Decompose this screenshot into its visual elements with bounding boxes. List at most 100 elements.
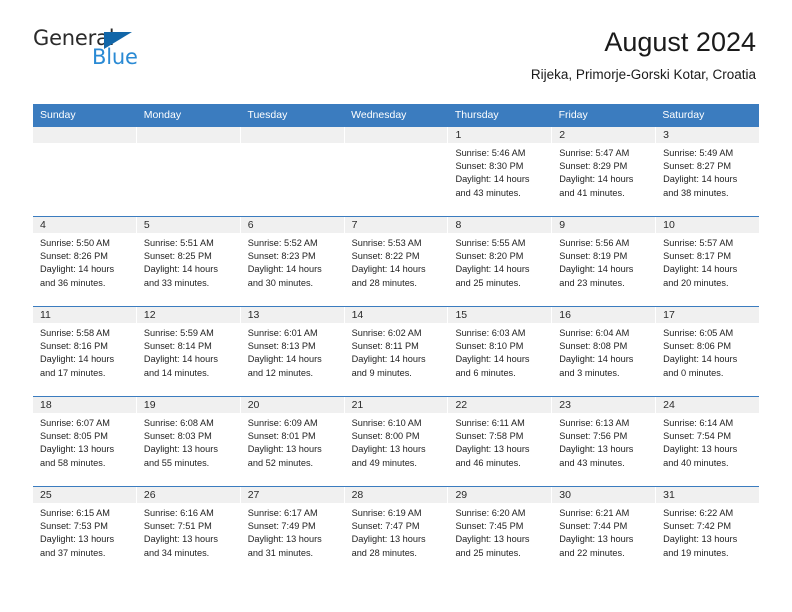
sunrise-text: Sunrise: 6:15 AM — [40, 508, 110, 518]
daylight-text-line2: and 49 minutes. — [351, 457, 417, 468]
daylight-text-line2: and 40 minutes. — [663, 457, 729, 468]
daylight-text-line1: Daylight: 14 hours — [40, 354, 115, 365]
day-cell[interactable]: 26 Sunrise: 6:16 AM Sunset: 7:51 PM Dayligh… — [136, 487, 241, 576]
daylight-text-line2: and 22 minutes. — [559, 547, 625, 558]
weekday-header-monday: Monday — [143, 109, 182, 121]
date-number: 23 — [552, 397, 656, 413]
day-cell[interactable]: 28 Sunrise: 6:19 AM Sunset: 7:47 PM Dayligh… — [344, 487, 449, 576]
daylight-text-line1: Daylight: 13 hours — [559, 534, 634, 545]
daylight-text-line2: and 6 minutes. — [455, 367, 516, 378]
day-cell[interactable]: 1 Sunrise: 5:46 AM Sunset: 8:30 PM Daylight… — [448, 127, 553, 216]
daylight-text-line2: and 43 minutes. — [455, 187, 521, 198]
day-cell[interactable]: 8 Sunrise: 5:55 AM Sunset: 8:20 PM Daylight… — [448, 217, 553, 306]
sunrise-text: Sunrise: 6:20 AM — [455, 508, 526, 518]
daylight-text-line2: and 23 minutes. — [559, 277, 625, 288]
date-number: 2 — [552, 127, 656, 143]
sunrise-text: Sunrise: 5:59 AM — [143, 328, 214, 338]
day-cell[interactable]: 31 Sunrise: 6:22 AM Sunset: 7:42 PM Dayligh… — [656, 487, 760, 576]
sunrise-text: Sunrise: 6:04 AM — [559, 328, 630, 338]
sunrise-text: Sunrise: 5:55 AM — [455, 238, 526, 248]
day-cell[interactable]: 13 Sunrise: 6:01 AM Sunset: 8:13 PM Dayligh… — [240, 307, 345, 396]
sunrise-text: Sunrise: 6:22 AM — [663, 508, 734, 518]
general-blue-logo[interactable]: General Blue — [33, 28, 148, 76]
daylight-text-line1: Daylight: 13 hours — [351, 444, 426, 455]
daylight-text-line2: and 34 minutes. — [143, 547, 210, 558]
day-cell[interactable]: 17 Sunrise: 6:05 AM Sunset: 8:06 PM Dayligh… — [656, 307, 760, 396]
date-number — [240, 127, 344, 143]
day-cell[interactable]: 15 Sunrise: 6:03 AM Sunset: 8:10 PM Dayligh… — [448, 307, 553, 396]
date-number: 11 — [33, 307, 136, 323]
day-cell[interactable]: 6 Sunrise: 5:52 AM Sunset: 8:23 PM Daylight… — [240, 217, 345, 306]
sunrise-text: Sunrise: 6:13 AM — [559, 418, 630, 428]
day-details: Sunrise: 6:13 AM Sunset: 7:56 PM Daylight:… — [552, 413, 655, 470]
day-details: Sunrise: 5:52 AM Sunset: 8:23 PM Daylight:… — [241, 233, 344, 290]
day-cell[interactable]: 20 Sunrise: 6:09 AM Sunset: 8:01 PM Dayligh… — [240, 397, 345, 486]
day-details: Sunrise: 6:20 AM Sunset: 7:45 PM Daylight:… — [448, 503, 551, 560]
day-cell[interactable]: 4 Sunrise: 5:50 AM Sunset: 8:26 PM Daylight… — [33, 217, 137, 306]
weekday-header-wednesday: Wednesday — [351, 109, 407, 121]
sunset-text: Sunset: 7:51 PM — [143, 521, 212, 532]
weekday-header-sunday: Sunday — [40, 109, 76, 121]
day-cell[interactable]: 27 Sunrise: 6:17 AM Sunset: 7:49 PM Dayligh… — [240, 487, 345, 576]
daylight-text-line1: Daylight: 14 hours — [455, 174, 530, 185]
day-details: Sunrise: 6:16 AM Sunset: 7:51 PM Daylight:… — [137, 503, 240, 560]
daylight-text-line1: Daylight: 14 hours — [40, 264, 115, 275]
daylight-text-line1: Daylight: 14 hours — [663, 264, 738, 275]
day-cell[interactable]: 21 Sunrise: 6:10 AM Sunset: 8:00 PM Dayligh… — [344, 397, 449, 486]
day-cell[interactable]: 9 Sunrise: 5:56 AM Sunset: 8:19 PM Daylight… — [552, 217, 657, 306]
day-details: Sunrise: 6:15 AM Sunset: 7:53 PM Daylight:… — [33, 503, 136, 560]
day-cell[interactable]: 23 Sunrise: 6:13 AM Sunset: 7:56 PM Dayligh… — [552, 397, 657, 486]
date-number: 19 — [136, 397, 240, 413]
daylight-text-line2: and 43 minutes. — [559, 457, 625, 468]
day-cell[interactable]: 10 Sunrise: 5:57 AM Sunset: 8:17 PM Dayligh… — [656, 217, 760, 306]
day-cell[interactable]: 7 Sunrise: 5:53 AM Sunset: 8:22 PM Daylight… — [344, 217, 449, 306]
page-header: General Blue August 2024 Rijeka, Primorj… — [0, 0, 792, 81]
day-details: Sunrise: 5:53 AM Sunset: 8:22 PM Daylight:… — [345, 233, 448, 290]
day-cell[interactable]: 11 Sunrise: 5:58 AM Sunset: 8:16 PM Dayligh… — [33, 307, 137, 396]
day-details: Sunrise: 5:51 AM Sunset: 8:25 PM Daylight:… — [137, 233, 240, 290]
sunset-text: Sunset: 8:05 PM — [40, 431, 108, 442]
sunset-text: Sunset: 7:44 PM — [559, 521, 628, 532]
date-number: 25 — [33, 487, 136, 503]
day-details: Sunrise: 5:55 AM Sunset: 8:20 PM Daylight:… — [448, 233, 551, 290]
sunrise-text: Sunrise: 5:56 AM — [559, 238, 630, 248]
date-number: 20 — [240, 397, 344, 413]
day-cell[interactable]: 5 Sunrise: 5:51 AM Sunset: 8:25 PM Daylight… — [136, 217, 241, 306]
sunset-text: Sunset: 8:01 PM — [247, 431, 316, 442]
day-cell[interactable]: 2 Sunrise: 5:47 AM Sunset: 8:29 PM Daylight… — [552, 127, 657, 216]
sunrise-text: Sunrise: 5:47 AM — [559, 148, 630, 158]
day-details: Sunrise: 6:01 AM Sunset: 8:13 PM Daylight:… — [241, 323, 344, 380]
daylight-text-line1: Daylight: 14 hours — [143, 264, 218, 275]
day-details: Sunrise: 5:58 AM Sunset: 8:16 PM Daylight:… — [33, 323, 136, 380]
day-cell[interactable]: 19 Sunrise: 6:08 AM Sunset: 8:03 PM Dayligh… — [136, 397, 241, 486]
day-cell[interactable]: 12 Sunrise: 5:59 AM Sunset: 8:14 PM Dayligh… — [136, 307, 241, 396]
day-cell[interactable]: 24 Sunrise: 6:14 AM Sunset: 7:54 PM Dayligh… — [656, 397, 760, 486]
daylight-text-line1: Daylight: 14 hours — [247, 264, 322, 275]
sunrise-text: Sunrise: 6:21 AM — [559, 508, 630, 518]
day-cell[interactable]: 14 Sunrise: 6:02 AM Sunset: 8:11 PM Dayligh… — [344, 307, 449, 396]
day-details: Sunrise: 6:11 AM Sunset: 7:58 PM Daylight:… — [448, 413, 551, 470]
day-cell[interactable]: 3 Sunrise: 5:49 AM Sunset: 8:27 PM Daylight… — [656, 127, 760, 216]
day-cell[interactable]: 30 Sunrise: 6:21 AM Sunset: 7:44 PM Dayligh… — [552, 487, 657, 576]
sunset-text: Sunset: 8:29 PM — [559, 161, 628, 172]
daylight-text-line1: Daylight: 14 hours — [663, 354, 738, 365]
calendar-weeks: 1 Sunrise: 5:46 AM Sunset: 8:30 PM Daylight… — [33, 127, 760, 576]
day-cell[interactable]: 16 Sunrise: 6:04 AM Sunset: 8:08 PM Dayligh… — [552, 307, 657, 396]
calendar-grid: Sunday Monday Tuesday Wednesday Thursday Frid… — [33, 104, 760, 576]
day-details: Sunrise: 6:19 AM Sunset: 7:47 PM Daylight:… — [345, 503, 448, 560]
daylight-text-line2: and 20 minutes. — [663, 277, 729, 288]
week-row: 4 Sunrise: 5:50 AM Sunset: 8:26 PM Daylight… — [33, 216, 760, 306]
day-details: Sunrise: 5:49 AM Sunset: 8:27 PM Daylight:… — [656, 143, 759, 200]
day-cell[interactable]: 18 Sunrise: 6:07 AM Sunset: 8:05 PM Dayligh… — [33, 397, 137, 486]
day-cell[interactable]: 22 Sunrise: 6:11 AM Sunset: 7:58 PM Dayligh… — [448, 397, 553, 486]
sunset-text: Sunset: 8:03 PM — [143, 431, 212, 442]
weekday-header-thursday: Thursday — [454, 109, 499, 121]
sunrise-text: Sunrise: 6:05 AM — [663, 328, 734, 338]
day-cell[interactable]: 29 Sunrise: 6:20 AM Sunset: 7:45 PM Dayligh… — [448, 487, 553, 576]
weekday-header-tuesday: Tuesday — [247, 109, 288, 121]
date-number: 27 — [240, 487, 344, 503]
sunrise-text: Sunrise: 5:50 AM — [40, 238, 110, 248]
day-cell[interactable]: 25 Sunrise: 6:15 AM Sunset: 7:53 PM Dayligh… — [33, 487, 137, 576]
day-details: Sunrise: 6:07 AM Sunset: 8:05 PM Daylight:… — [33, 413, 136, 470]
sunrise-text: Sunrise: 5:49 AM — [663, 148, 734, 158]
